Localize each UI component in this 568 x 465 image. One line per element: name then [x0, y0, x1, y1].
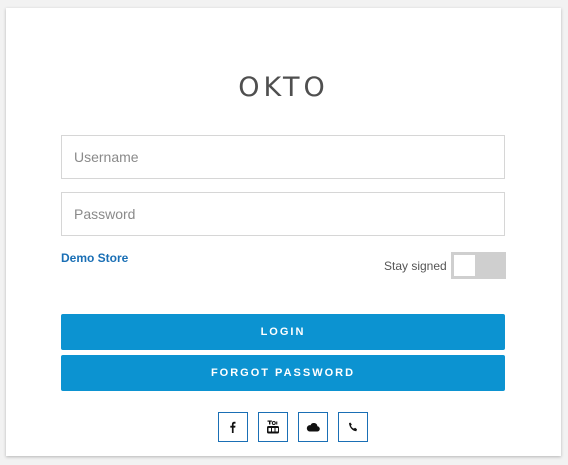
stay-signed-toggle[interactable] [450, 252, 506, 279]
facebook-button[interactable] [218, 412, 248, 442]
facebook-icon [227, 421, 239, 433]
password-field[interactable] [61, 192, 505, 236]
demo-store-link[interactable]: Demo Store [61, 251, 128, 265]
cloud-icon [306, 421, 320, 433]
username-field[interactable] [61, 135, 505, 179]
phone-button[interactable] [338, 412, 368, 442]
brand-logo: OKTO [238, 72, 329, 103]
forgot-password-button[interactable]: FORGOT PASSWORD [61, 355, 505, 391]
toggle-knob [453, 255, 475, 276]
stay-signed-group: Stay signed [384, 252, 506, 279]
youtube-icon [266, 420, 280, 434]
phone-icon [348, 422, 359, 433]
cloud-button[interactable] [298, 412, 328, 442]
login-button[interactable]: LOGIN [61, 314, 505, 350]
login-card: OKTO Demo Store Stay signed LOGIN FORGOT… [6, 8, 561, 456]
stay-signed-label: Stay signed [384, 258, 447, 273]
social-links [218, 412, 368, 442]
youtube-button[interactable] [258, 412, 288, 442]
